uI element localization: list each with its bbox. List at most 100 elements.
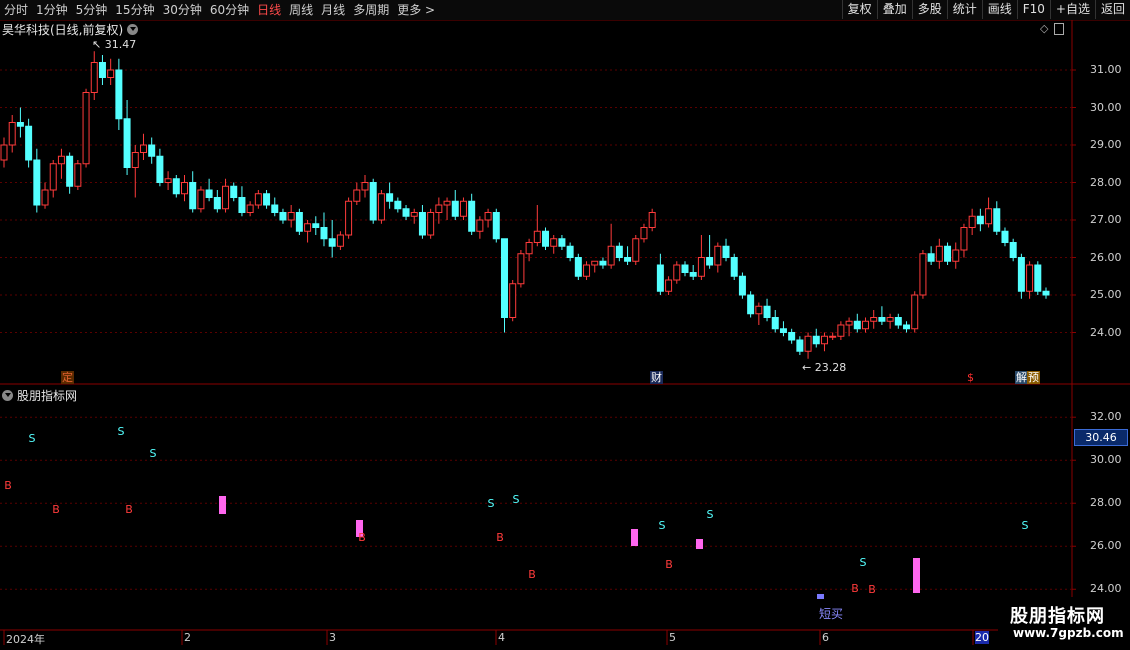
candle-body [205,189,213,198]
candle-body [870,317,878,322]
candle-body [960,227,968,251]
candle-body [98,62,106,78]
toolbar-button-1[interactable]: 叠加 [876,0,912,19]
candle-body [279,212,287,221]
tab-6[interactable]: 日线 [253,0,285,20]
main-y-tick-6: 25.00 [1090,288,1122,301]
candle-body [656,264,664,292]
period-tabs: 分时 1分钟 5分钟 15分钟 30分钟 60分钟 日线 周线 月线 多周期 更多 > [0,0,439,20]
candle-body [665,279,673,292]
toolbar-button-2[interactable]: 多股 [911,0,947,19]
candle-body [115,69,123,120]
candle-body [263,193,271,206]
indicator-bar [631,529,638,546]
candle-body [525,242,533,255]
sub-y-tick-1: 30.00 [1090,453,1122,467]
toolbar-button-4[interactable]: 画线 [981,0,1017,19]
candle-body [607,245,615,266]
toolbar-button-3[interactable]: 统计 [946,0,982,19]
date-label-4: 5 [669,631,676,644]
candle-body [624,257,632,262]
toolbar-button-5[interactable]: F10 [1016,0,1050,19]
sub-y-tick-0: 32.00 [1090,410,1122,424]
tab-4[interactable]: 30分钟 [159,0,206,20]
tab-7[interactable]: 周线 [285,0,317,20]
candle-body [820,335,828,345]
candle-body [148,144,156,157]
candle-body [476,219,484,232]
watermark-url: www.7gpzb.com [1013,626,1124,640]
toolbar-button-6[interactable]: +自选 [1049,0,1095,19]
candle-body [295,212,303,232]
event-marker-ding[interactable]: 定 [61,371,74,384]
candle-body [615,245,623,258]
diamond-icon[interactable]: ◇ [1040,22,1048,35]
candle-body [640,227,648,240]
event-marker-yu[interactable]: 预 [1027,371,1040,384]
candle-body [804,335,812,352]
tab-2[interactable]: 5分钟 [72,0,112,20]
signal-B: B [125,503,133,516]
candle-body [1026,264,1034,292]
panel-toggle-icon[interactable] [1054,22,1065,35]
candle-body [435,204,443,213]
tab-0[interactable]: 分时 [0,0,32,20]
toolbar-button-0[interactable]: 复权 [841,0,877,19]
candle-body [1034,264,1042,292]
candle-body [304,223,312,232]
short-buy-label: 短买 [819,607,844,621]
chart-corner-icons: ◇ [1040,22,1065,35]
tab-10[interactable]: 更多 > [393,0,439,20]
candle-body [451,200,459,217]
dropdown-icon[interactable] [2,390,13,401]
candle-body [542,230,550,247]
toolbar-button-7[interactable]: 返回 [1094,0,1130,19]
candle-body [484,212,492,221]
high-price-label: ↖ 31.47 [92,38,137,51]
low-price-label: ← 23.28 [802,361,847,374]
candle-body [33,159,41,206]
candle-body [927,253,935,262]
candle-body [755,305,763,315]
candle-body [49,163,57,191]
candle-body [386,193,394,202]
candle-body [985,208,993,225]
signal-S: S [1022,519,1029,532]
candle-body [993,208,1001,232]
candle-body [583,264,591,277]
signal-S: S [659,519,666,532]
candle-body [1017,257,1025,292]
candle-body [8,122,16,146]
candle-body [230,185,238,198]
candle-body [550,238,558,247]
candle-body [903,324,911,330]
candle-body [632,238,640,262]
short-buy-bar [817,594,824,599]
candle-body [1009,242,1017,258]
candle-body [878,317,886,322]
tab-1[interactable]: 1分钟 [32,0,72,20]
candle-body [558,238,566,247]
indicator-bar [696,539,703,549]
event-marker-cai[interactable]: 财 [650,371,663,384]
price-chart[interactable]: BSBSBSBSBSBSBSSB BS [0,0,1130,650]
candle-body [459,200,467,217]
tab-3[interactable]: 15分钟 [111,0,158,20]
candle-body [894,317,902,326]
main-y-tick-5: 26.00 [1090,250,1122,264]
candle-body [911,294,919,330]
candle-body [156,155,164,183]
candle-body [131,152,139,168]
candle-body [0,144,8,161]
tab-5[interactable]: 60分钟 [206,0,253,20]
candle-body [41,189,49,206]
tab-9[interactable]: 多周期 [349,0,393,20]
candle-body [197,189,205,210]
sub-y-tick-3: 26.00 [1090,539,1122,553]
candle-body [1001,230,1009,243]
event-marker-dividend[interactable]: $ [966,371,975,384]
current-value-tag: 30.46 [1074,429,1128,446]
tab-8[interactable]: 月线 [317,0,349,20]
signal-B: B [496,531,504,544]
dropdown-icon[interactable] [127,24,139,35]
